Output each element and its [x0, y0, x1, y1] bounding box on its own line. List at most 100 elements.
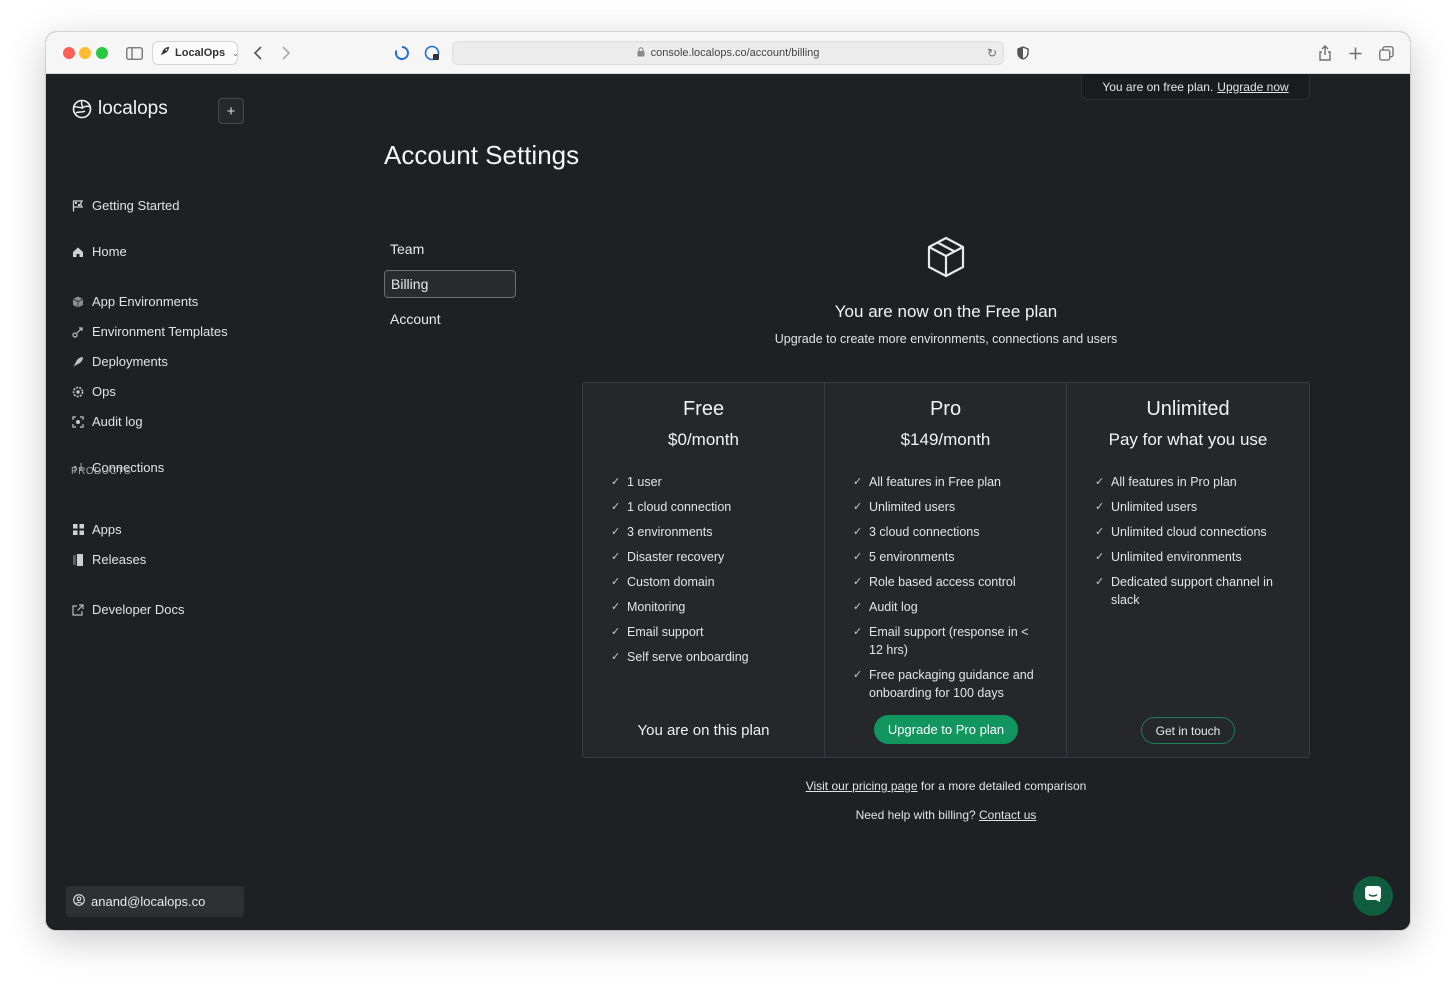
feature-list: ✓ All features in Pro plan ✓ Unlimited use… [1095, 473, 1287, 616]
contact-us-link[interactable]: Contact us [979, 808, 1036, 822]
plan-name: Unlimited [1146, 398, 1230, 420]
check-icon: ✓ [611, 501, 621, 513]
plans-table: Free $0/month ✓ 1 user ✓ 1 cloud connectio… [582, 382, 1310, 758]
sidebar-item-app-environments[interactable]: App Environments [72, 294, 198, 309]
browser-window: LocalOps ⌄ console.localops.co/account/b… [46, 32, 1410, 930]
plan-price: $0/month [668, 430, 739, 449]
privacy-shield-icon[interactable] [1013, 43, 1033, 63]
feature-item: ✓ All features in Free plan [853, 475, 1002, 489]
check-icon: ✓ [853, 576, 863, 588]
feature-item: ✓ Free packaging guidance and onboarding … [853, 668, 1034, 700]
feature-item: ✓ Unlimited cloud connections [1095, 525, 1267, 539]
sidebar-item-environment-templates[interactable]: Environment Templates [72, 324, 228, 339]
feature-item: ✓ Audit log [853, 600, 918, 614]
add-button[interactable]: + [218, 98, 244, 124]
plan-card-pro: Pro $149/month ✓ All features in Free pla… [825, 383, 1067, 757]
plan-card-free: Free $0/month ✓ 1 user ✓ 1 cloud connectio… [583, 383, 825, 757]
check-icon: ✓ [1095, 576, 1105, 588]
feature-item: ✓ Email support [611, 625, 704, 639]
feature-item: ✓ Role based access control [853, 575, 1016, 589]
feature-item: ✓ 3 environments [611, 525, 713, 539]
sidebar-toggle-icon[interactable] [124, 43, 144, 63]
password-manager-icon[interactable] [422, 43, 442, 63]
sidebar-item-label: Getting Started [92, 198, 180, 213]
sidebar-item-getting-started[interactable]: Getting Started [72, 198, 179, 213]
new-tab-icon[interactable] [1345, 43, 1365, 63]
tab-account[interactable]: Account [384, 305, 516, 333]
check-icon: ✓ [611, 476, 621, 488]
plan-banner-text: You are on free plan. [1102, 79, 1214, 94]
check-icon: ✓ [611, 601, 621, 613]
tab-group-label: LocalOps [175, 47, 226, 59]
feature-item: ✓ 3 cloud connections [853, 525, 980, 539]
pricing-page-link[interactable]: Visit our pricing page [806, 779, 918, 793]
sidebar-item-ops[interactable]: Ops [72, 384, 116, 399]
tab-overview-icon[interactable] [1376, 43, 1396, 63]
check-icon: ✓ [853, 626, 863, 638]
upgrade-to-pro-button[interactable]: Upgrade to Pro plan [874, 715, 1018, 744]
sidebar-item-label: Home [92, 244, 127, 259]
forward-arrow-icon[interactable] [276, 43, 296, 63]
minimize-window-button[interactable] [79, 47, 91, 59]
close-window-button[interactable] [63, 47, 75, 59]
package-icon [926, 236, 966, 278]
get-in-touch-button[interactable]: Get in touch [1141, 717, 1235, 744]
logo-text: localops [98, 98, 168, 119]
sidebar-item-releases[interactable]: Releases [72, 552, 146, 567]
sidebar-item-label: Audit log [92, 414, 143, 429]
sidebar-item-audit-log[interactable]: Audit log [72, 414, 143, 429]
chat-support-button[interactable] [1353, 876, 1393, 916]
feature-item: ✓ Self serve onboarding [611, 650, 749, 664]
zoom-window-button[interactable] [96, 47, 108, 59]
pricing-comparison-text: for a more detailed comparison [920, 779, 1087, 793]
reload-icon[interactable]: ↻ [987, 46, 997, 60]
loading-spinner-icon [392, 43, 412, 63]
template-icon [72, 326, 84, 338]
sidebar-item-label: Releases [92, 552, 147, 567]
rocket-icon [72, 356, 84, 368]
plan-name: Free [682, 398, 725, 420]
check-icon: ✓ [611, 551, 621, 563]
products-heading: PRODUCTS [71, 466, 132, 477]
check-icon: ✓ [611, 526, 621, 538]
back-arrow-icon[interactable] [248, 43, 268, 63]
check-icon: ✓ [853, 476, 863, 488]
user-account-menu[interactable]: anand@localops.co [66, 886, 244, 917]
pricing-comparison-line: Visit our pricing page for a more detail… [646, 779, 1246, 793]
chat-icon [1364, 885, 1382, 908]
address-bar[interactable]: console.localops.co/account/billing ↻ [452, 41, 1004, 65]
tab-team[interactable]: Team [384, 235, 516, 263]
feature-item: ✓ Unlimited environments [1095, 550, 1242, 564]
grid-icon [72, 524, 84, 536]
feature-item: ✓ 1 user [611, 475, 662, 489]
feature-item: ✓ All features in Pro plan [1095, 475, 1237, 489]
sidebar-item-deployments[interactable]: Deployments [72, 354, 168, 369]
sidebar-item-label: Environment Templates [92, 324, 228, 339]
sidebar-item-developer-docs[interactable]: Developer Docs [72, 602, 185, 617]
plan-price: Pay for what you use [1108, 430, 1268, 449]
globe-logo-icon [72, 99, 92, 119]
check-icon: ✓ [853, 526, 863, 538]
check-icon: ✓ [853, 551, 863, 563]
gear-icon [72, 386, 84, 398]
share-icon[interactable] [1315, 43, 1335, 63]
plan-banner: You are on free plan. Upgrade now [1081, 74, 1310, 100]
check-icon: ✓ [1095, 526, 1105, 538]
localops-logo[interactable]: localops [72, 98, 168, 120]
sidebar-item-home[interactable]: Home [72, 244, 127, 259]
tab-billing[interactable]: Billing [384, 270, 516, 298]
feature-item: ✓ Disaster recovery [611, 550, 725, 564]
feature-item: ✓ Email support (response in < 12 hrs) [853, 625, 1029, 657]
sidebar-item-apps[interactable]: Apps [72, 522, 122, 537]
tab-group-selector[interactable]: LocalOps ⌄ [152, 41, 239, 65]
check-icon: ✓ [1095, 501, 1105, 513]
lock-icon [637, 47, 645, 59]
feature-item: ✓ Unlimited users [853, 500, 956, 514]
cube-icon [72, 296, 84, 308]
upgrade-now-link[interactable]: Upgrade now [1217, 80, 1288, 94]
check-icon: ✓ [853, 669, 863, 681]
user-email: anand@localops.co [91, 894, 206, 909]
user-circle-icon [73, 894, 85, 909]
sidebar-item-label: App Environments [92, 294, 199, 309]
url-text: console.localops.co/account/billing [650, 47, 820, 59]
